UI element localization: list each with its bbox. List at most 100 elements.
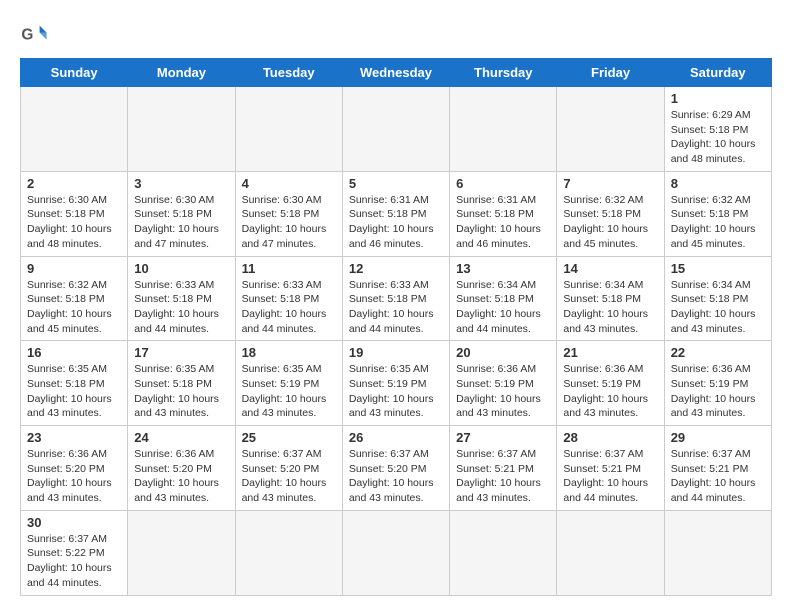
day-number: 9 — [27, 261, 121, 276]
day-info: Sunrise: 6:32 AMSunset: 5:18 PMDaylight:… — [671, 193, 765, 252]
day-info: Sunrise: 6:35 AMSunset: 5:19 PMDaylight:… — [242, 362, 336, 421]
day-info: Sunrise: 6:30 AMSunset: 5:18 PMDaylight:… — [27, 193, 121, 252]
calendar-cell: 7 Sunrise: 6:32 AMSunset: 5:18 PMDaylight… — [557, 171, 664, 256]
header-cell-monday: Monday — [128, 59, 235, 87]
day-number: 6 — [456, 176, 550, 191]
day-number: 8 — [671, 176, 765, 191]
calendar-cell: 19Sunrise: 6:35 AMSunset: 5:19 PMDayligh… — [342, 341, 449, 426]
header-cell-friday: Friday — [557, 59, 664, 87]
calendar-cell — [450, 510, 557, 595]
page-header: G — [20, 20, 772, 48]
calendar-cell: 21Sunrise: 6:36 AMSunset: 5:19 PMDayligh… — [557, 341, 664, 426]
day-number: 18 — [242, 345, 336, 360]
day-info: Sunrise: 6:30 AMSunset: 5:18 PMDaylight:… — [134, 193, 228, 252]
week-row-0: 1Sunrise: 6:29 AMSunset: 5:18 PMDaylight… — [21, 87, 772, 172]
calendar-cell — [235, 87, 342, 172]
day-number: 19 — [349, 345, 443, 360]
day-number: 11 — [242, 261, 336, 276]
day-number: 14 — [563, 261, 657, 276]
day-number: 15 — [671, 261, 765, 276]
day-info: Sunrise: 6:35 AMSunset: 5:18 PMDaylight:… — [134, 362, 228, 421]
week-row-3: 16Sunrise: 6:35 AMSunset: 5:18 PMDayligh… — [21, 341, 772, 426]
week-row-2: 9 Sunrise: 6:32 AMSunset: 5:18 PMDaylight… — [21, 256, 772, 341]
calendar-cell: 30Sunrise: 6:37 AMSunset: 5:22 PMDayligh… — [21, 510, 128, 595]
calendar-body: 1Sunrise: 6:29 AMSunset: 5:18 PMDaylight… — [21, 87, 772, 596]
day-number: 24 — [134, 430, 228, 445]
logo: G — [20, 20, 52, 48]
day-number: 28 — [563, 430, 657, 445]
calendar-cell: 2Sunrise: 6:30 AMSunset: 5:18 PMDaylight… — [21, 171, 128, 256]
day-number: 20 — [456, 345, 550, 360]
day-info: Sunrise: 6:36 AMSunset: 5:20 PMDaylight:… — [27, 447, 121, 506]
week-row-1: 2Sunrise: 6:30 AMSunset: 5:18 PMDaylight… — [21, 171, 772, 256]
calendar-cell — [557, 510, 664, 595]
calendar-cell: 27 Sunrise: 6:37 AMSunset: 5:21 PMDayligh… — [450, 426, 557, 511]
day-info: Sunrise: 6:36 AMSunset: 5:20 PMDaylight:… — [134, 447, 228, 506]
calendar-cell: 16Sunrise: 6:35 AMSunset: 5:18 PMDayligh… — [21, 341, 128, 426]
day-number: 22 — [671, 345, 765, 360]
day-number: 3 — [134, 176, 228, 191]
calendar-cell: 26Sunrise: 6:37 AMSunset: 5:20 PMDayligh… — [342, 426, 449, 511]
week-row-4: 23 Sunrise: 6:36 AMSunset: 5:20 PMDayligh… — [21, 426, 772, 511]
calendar-cell — [557, 87, 664, 172]
calendar-header: SundayMondayTuesdayWednesdayThursdayFrid… — [21, 59, 772, 87]
calendar-cell: 4 Sunrise: 6:30 AMSunset: 5:18 PMDaylight… — [235, 171, 342, 256]
week-row-5: 30Sunrise: 6:37 AMSunset: 5:22 PMDayligh… — [21, 510, 772, 595]
svg-text:G: G — [21, 27, 33, 44]
day-info: Sunrise: 6:34 AMSunset: 5:18 PMDaylight:… — [563, 278, 657, 337]
day-info: Sunrise: 6:37 AMSunset: 5:22 PMDaylight:… — [27, 532, 121, 591]
day-number: 12 — [349, 261, 443, 276]
calendar-cell — [128, 510, 235, 595]
calendar-cell: 15 Sunrise: 6:34 AMSunset: 5:18 PMDayligh… — [664, 256, 771, 341]
day-number: 25 — [242, 430, 336, 445]
calendar-cell: 23 Sunrise: 6:36 AMSunset: 5:20 PMDayligh… — [21, 426, 128, 511]
day-number: 27 — [456, 430, 550, 445]
day-number: 26 — [349, 430, 443, 445]
day-number: 4 — [242, 176, 336, 191]
day-number: 7 — [563, 176, 657, 191]
calendar-cell — [342, 87, 449, 172]
day-number: 13 — [456, 261, 550, 276]
calendar-cell: 8 Sunrise: 6:32 AMSunset: 5:18 PMDaylight… — [664, 171, 771, 256]
calendar-cell: 11Sunrise: 6:33 AMSunset: 5:18 PMDayligh… — [235, 256, 342, 341]
header-cell-tuesday: Tuesday — [235, 59, 342, 87]
day-number: 23 — [27, 430, 121, 445]
calendar-cell: 5 Sunrise: 6:31 AMSunset: 5:18 PMDaylight… — [342, 171, 449, 256]
day-info: Sunrise: 6:36 AMSunset: 5:19 PMDaylight:… — [456, 362, 550, 421]
day-number: 17 — [134, 345, 228, 360]
day-info: Sunrise: 6:32 AMSunset: 5:18 PMDaylight:… — [27, 278, 121, 337]
day-info: Sunrise: 6:34 AMSunset: 5:18 PMDaylight:… — [456, 278, 550, 337]
calendar-table: SundayMondayTuesdayWednesdayThursdayFrid… — [20, 58, 772, 596]
calendar-cell: 22Sunrise: 6:36 AMSunset: 5:19 PMDayligh… — [664, 341, 771, 426]
calendar-cell: 13 Sunrise: 6:34 AMSunset: 5:18 PMDayligh… — [450, 256, 557, 341]
day-number: 5 — [349, 176, 443, 191]
day-number: 29 — [671, 430, 765, 445]
day-info: Sunrise: 6:34 AMSunset: 5:18 PMDaylight:… — [671, 278, 765, 337]
calendar-cell: 12 Sunrise: 6:33 AMSunset: 5:18 PMDayligh… — [342, 256, 449, 341]
calendar-cell — [342, 510, 449, 595]
day-info: Sunrise: 6:37 AMSunset: 5:20 PMDaylight:… — [242, 447, 336, 506]
calendar-cell: 18 Sunrise: 6:35 AMSunset: 5:19 PMDayligh… — [235, 341, 342, 426]
calendar-cell: 28Sunrise: 6:37 AMSunset: 5:21 PMDayligh… — [557, 426, 664, 511]
calendar-cell: 25 Sunrise: 6:37 AMSunset: 5:20 PMDayligh… — [235, 426, 342, 511]
calendar-cell: 17 Sunrise: 6:35 AMSunset: 5:18 PMDayligh… — [128, 341, 235, 426]
day-info: Sunrise: 6:33 AMSunset: 5:18 PMDaylight:… — [134, 278, 228, 337]
header-cell-thursday: Thursday — [450, 59, 557, 87]
day-info: Sunrise: 6:32 AMSunset: 5:18 PMDaylight:… — [563, 193, 657, 252]
calendar-cell: 24 Sunrise: 6:36 AMSunset: 5:20 PMDayligh… — [128, 426, 235, 511]
calendar-cell — [235, 510, 342, 595]
calendar-cell: 9 Sunrise: 6:32 AMSunset: 5:18 PMDaylight… — [21, 256, 128, 341]
calendar-cell: 20 Sunrise: 6:36 AMSunset: 5:19 PMDayligh… — [450, 341, 557, 426]
header-cell-sunday: Sunday — [21, 59, 128, 87]
calendar-cell: 10Sunrise: 6:33 AMSunset: 5:18 PMDayligh… — [128, 256, 235, 341]
day-info: Sunrise: 6:37 AMSunset: 5:21 PMDaylight:… — [456, 447, 550, 506]
calendar-cell — [21, 87, 128, 172]
day-info: Sunrise: 6:30 AMSunset: 5:18 PMDaylight:… — [242, 193, 336, 252]
day-info: Sunrise: 6:33 AMSunset: 5:18 PMDaylight:… — [349, 278, 443, 337]
day-info: Sunrise: 6:35 AMSunset: 5:18 PMDaylight:… — [27, 362, 121, 421]
day-info: Sunrise: 6:31 AMSunset: 5:18 PMDaylight:… — [349, 193, 443, 252]
day-info: Sunrise: 6:37 AMSunset: 5:21 PMDaylight:… — [671, 447, 765, 506]
day-info: Sunrise: 6:31 AMSunset: 5:18 PMDaylight:… — [456, 193, 550, 252]
calendar-cell: 29 Sunrise: 6:37 AMSunset: 5:21 PMDayligh… — [664, 426, 771, 511]
header-row: SundayMondayTuesdayWednesdayThursdayFrid… — [21, 59, 772, 87]
